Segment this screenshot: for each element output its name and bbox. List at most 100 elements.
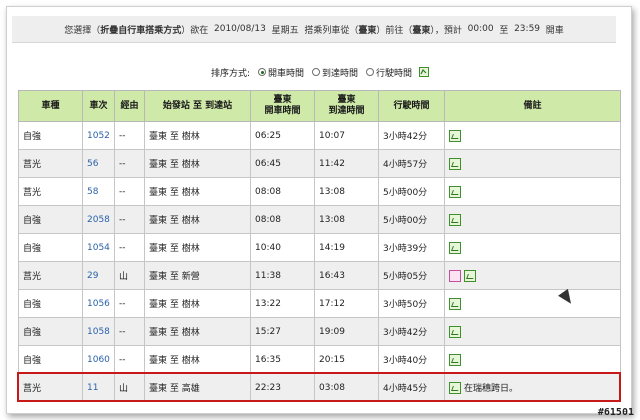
arrival-time: 13:08 <box>314 205 379 234</box>
train-number-link[interactable]: 29 <box>82 261 115 290</box>
train-type: 自強 <box>18 345 83 374</box>
train-type: 自強 <box>18 317 83 346</box>
col-header-departure[interactable]: 臺東 開車時間 <box>250 90 315 122</box>
train-number-link[interactable]: 1058 <box>82 317 115 346</box>
notes-cell: 在瑞穗跨日。 <box>444 373 621 402</box>
departure-time: 08:08 <box>250 177 315 206</box>
duration: 3小時42分 <box>378 121 445 150</box>
sort-options: 排序方式: 開車時間 到達時間 行駛時間 <box>0 64 640 80</box>
arrival-time: 13:08 <box>314 177 379 206</box>
departure-time: 08:08 <box>250 205 315 234</box>
col-header-type[interactable]: 車種 <box>18 90 83 122</box>
bike-allowed-icon[interactable] <box>449 325 461 338</box>
via-line: -- <box>114 149 145 178</box>
reserved-icon[interactable] <box>449 269 461 282</box>
train-number-link[interactable]: 58 <box>82 177 115 206</box>
summary-text: 搭乘列車從（ <box>304 25 359 36</box>
sort-radio-arrival[interactable]: 到達時間 <box>312 66 358 79</box>
route: 臺東 至 樹林 <box>144 177 251 206</box>
departure-time: 06:45 <box>250 149 315 178</box>
duration: 3小時50分 <box>378 289 445 318</box>
train-type: 莒光 <box>18 373 83 402</box>
train-number-link[interactable]: 1054 <box>82 233 115 262</box>
timetable: 車種 車次 經由 始發站 至 到達站 臺東 開車時間 臺東 到達時間 行駛時間 … <box>18 90 621 402</box>
train-type: 莒光 <box>18 261 83 290</box>
via-line: -- <box>114 177 145 206</box>
sort-label: 排序方式: <box>210 68 250 79</box>
arrival-time: 14:19 <box>314 233 379 262</box>
notes-cell <box>444 177 621 206</box>
train-number-link[interactable]: 2058 <box>82 205 115 234</box>
departure-time: 15:27 <box>250 317 315 346</box>
route: 臺東 至 樹林 <box>144 345 251 374</box>
duration: 4小時45分 <box>378 373 445 402</box>
col-header-via[interactable]: 經由 <box>114 90 145 122</box>
timetable-header-row: 車種 車次 經由 始發站 至 到達站 臺東 開車時間 臺東 到達時間 行駛時間 … <box>18 90 621 122</box>
arrival-time: 11:42 <box>314 149 379 178</box>
train-number-link[interactable]: 1060 <box>82 345 115 374</box>
notes-cell <box>444 261 621 290</box>
bike-allowed-icon[interactable] <box>449 185 461 198</box>
sort-radio-departure[interactable]: 開車時間 <box>258 66 304 79</box>
summary-suffix: 開車 <box>545 25 564 36</box>
summary-text: ）欲在 <box>181 25 214 36</box>
summary-text: 至 <box>499 25 509 36</box>
train-number-link[interactable]: 56 <box>82 149 115 178</box>
summary-text: ），預計 <box>430 25 468 36</box>
route: 臺東 至 樹林 <box>144 149 251 178</box>
table-row: 莒光 29 山臺東 至 新營 11:38 16:43 5小時05分 <box>18 261 621 290</box>
table-row: 莒光 56 -- 臺東 至 樹林 06:45 11:42 4小時57分 <box>18 149 621 178</box>
summary-prefix: 您選擇（ <box>64 25 101 36</box>
route: 臺東 至 樹林 <box>144 289 251 318</box>
duration: 3小時39分 <box>378 233 445 262</box>
bike-allowed-icon[interactable] <box>449 297 461 310</box>
train-number-link[interactable]: 11 <box>82 373 115 402</box>
sort-radio-duration[interactable]: 行駛時間 <box>366 66 412 79</box>
notes-cell <box>444 149 621 178</box>
departure-time: 22:23 <box>250 373 315 402</box>
route: 臺東 至 樹林 <box>144 121 251 150</box>
notes-cell <box>444 121 621 150</box>
bike-allowed-icon[interactable] <box>464 269 476 282</box>
col-header-notes[interactable]: 備註 <box>444 90 621 122</box>
train-type: 自強 <box>18 205 83 234</box>
col-header-duration[interactable]: 行駛時間 <box>378 90 445 122</box>
via-line: 山 <box>114 373 145 402</box>
via-line: -- <box>114 345 145 374</box>
summary-time-from: 00:00 <box>467 24 494 34</box>
bike-allowed-icon[interactable] <box>449 241 461 254</box>
train-number-link[interactable]: 1052 <box>82 121 115 150</box>
query-summary-bar: 您選擇（ 折疊自行車搭乘方式 ）欲在 2010/08/13 星期五 搭乘列車從（ 臺東… <box>12 16 616 43</box>
train-type: 莒光 <box>18 177 83 206</box>
via-line: 山 <box>114 261 145 290</box>
bike-allowed-icon[interactable] <box>449 157 461 170</box>
bike-legend-icon[interactable] <box>419 67 430 77</box>
summary-date: 2010/08/13 <box>214 24 266 34</box>
departure-time: 10:40 <box>250 233 315 262</box>
table-row: 自強 1052 -- 臺東 至 樹林 06:25 10:07 3小時42分 <box>18 121 621 150</box>
col-header-route[interactable]: 始發站 至 到達站 <box>144 90 251 122</box>
arrival-time: 17:12 <box>314 289 379 318</box>
train-type: 自強 <box>18 121 83 150</box>
route: 臺東 至 樹林 <box>144 205 251 234</box>
col-header-train-no[interactable]: 車次 <box>82 90 115 122</box>
col-header-arrival[interactable]: 臺東 到達時間 <box>314 90 379 122</box>
train-number-link[interactable]: 1056 <box>82 289 115 318</box>
arrival-time: 20:15 <box>314 345 379 374</box>
bike-allowed-icon[interactable] <box>449 381 461 394</box>
bike-allowed-icon[interactable] <box>449 129 461 142</box>
departure-time: 11:38 <box>250 261 315 290</box>
notes-cell <box>444 289 621 318</box>
summary-weekday: 星期五 <box>271 25 299 36</box>
table-row: 自強 2058 -- 臺東 至 樹林 08:08 13:08 5小時00分 <box>18 205 621 234</box>
table-row: 自強 1056 -- 臺東 至 樹林 13:22 17:12 3小時50分 <box>18 289 621 318</box>
duration: 3小時42分 <box>378 317 445 346</box>
table-row: 自強 1058 -- 臺東 至 樹林 15:27 19:09 3小時42分 <box>18 317 621 346</box>
via-line: -- <box>114 317 145 346</box>
bike-allowed-icon[interactable] <box>449 213 461 226</box>
via-line: -- <box>114 121 145 150</box>
departure-time: 16:35 <box>250 345 315 374</box>
bike-allowed-icon[interactable] <box>449 353 461 366</box>
arrival-time: 10:07 <box>314 121 379 150</box>
summary-text: ）前往（ <box>376 25 413 36</box>
